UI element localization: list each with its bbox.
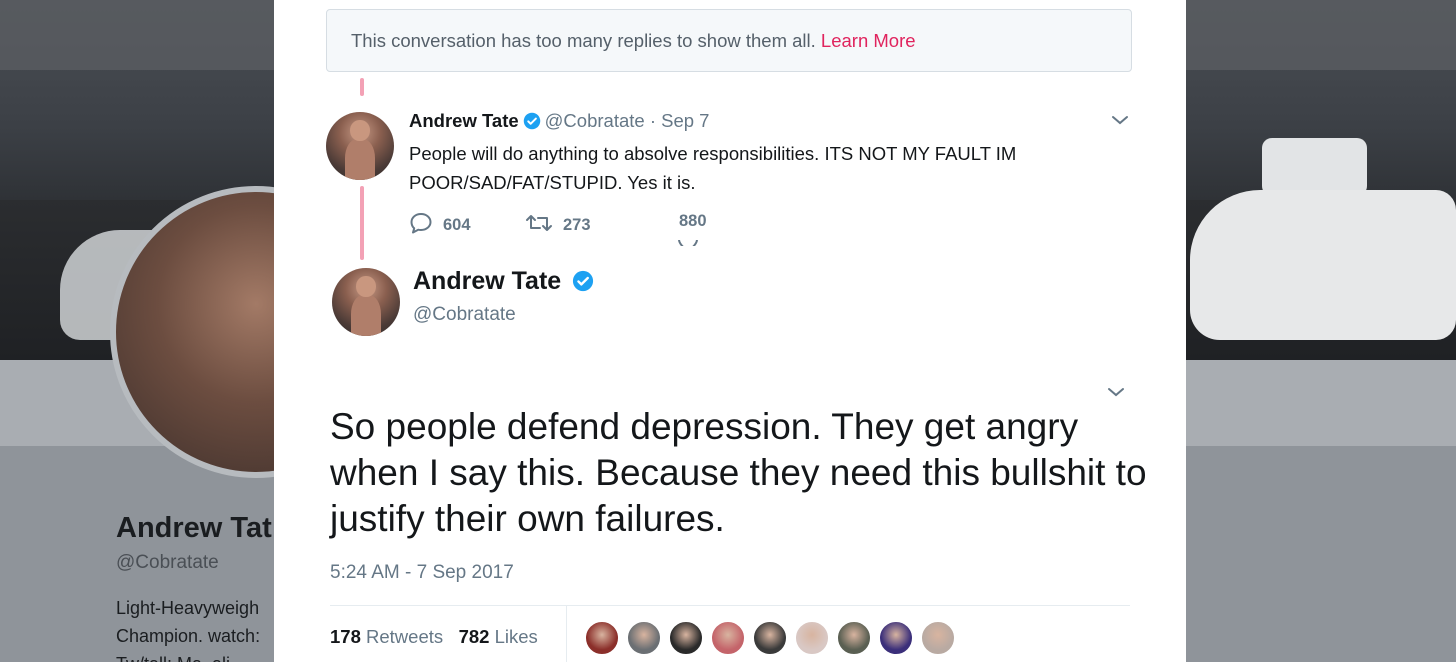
- notice-text: This conversation has too many replies t…: [351, 30, 816, 51]
- parent-tweet-date[interactable]: · Sep 7: [650, 110, 710, 131]
- thread-connector-line: [360, 78, 364, 96]
- main-tweet-author[interactable]: Andrew Tate: [413, 267, 598, 299]
- divider: [330, 605, 1130, 606]
- parent-tweet-text: People will do anything to absolve respo…: [409, 143, 1017, 193]
- likes-label: Likes: [494, 626, 538, 647]
- liker-avatar[interactable]: [668, 620, 704, 656]
- chevron-down-icon[interactable]: [1110, 110, 1130, 135]
- verified-badge-icon: [572, 270, 594, 299]
- liker-avatar[interactable]: [878, 620, 914, 656]
- retweet-count: 273: [563, 216, 591, 234]
- reply-icon: [409, 212, 433, 239]
- liker-avatar[interactable]: [710, 620, 746, 656]
- parent-tweet-handle[interactable]: @Cobratate: [545, 110, 645, 131]
- main-tweet-timestamp[interactable]: 5:24 AM - 7 Sep 2017: [330, 562, 514, 584]
- tweet-permalink-modal: This conversation has too many replies t…: [274, 0, 1186, 662]
- retweets-label: Retweets: [366, 626, 444, 647]
- liker-avatar[interactable]: [584, 620, 620, 656]
- likes-count: 782: [458, 626, 490, 647]
- profile-handle: @Cobratate: [116, 552, 219, 573]
- reply-count: 604: [443, 216, 471, 234]
- main-tweet-handle[interactable]: @Cobratate: [413, 304, 516, 326]
- tweet-stats: 178 Retweets 782 Likes: [330, 626, 538, 648]
- like-count: 880: [679, 212, 707, 230]
- profile-bio-line: Champion. watch:: [116, 626, 261, 646]
- liker-avatar[interactable]: [794, 620, 830, 656]
- main-tweet-text: So people defend depression. They get an…: [330, 406, 1147, 539]
- main-tweet-author-name[interactable]: Andrew Tate: [413, 267, 561, 295]
- liker-avatars: [584, 620, 956, 656]
- parent-tweet-avatar[interactable]: [326, 112, 394, 180]
- liker-avatar[interactable]: [836, 620, 872, 656]
- like-button[interactable]: 880: [678, 212, 707, 246]
- profile-bio-line: Light-Heavyweigh: [116, 598, 260, 618]
- heart-icon: [677, 240, 699, 246]
- too-many-replies-notice: This conversation has too many replies t…: [326, 9, 1132, 72]
- retweets-stat[interactable]: 178 Retweets: [330, 626, 443, 647]
- cover-van: [1262, 138, 1367, 196]
- liker-avatar[interactable]: [920, 620, 956, 656]
- liker-avatar[interactable]: [626, 620, 662, 656]
- parent-tweet-header: Andrew Tate @Cobratate · Sep 7: [409, 110, 709, 135]
- reply-button[interactable]: 604: [409, 212, 471, 239]
- liker-avatar[interactable]: [752, 620, 788, 656]
- retweet-icon: [525, 212, 553, 239]
- parent-tweet-author-name[interactable]: Andrew Tate: [409, 110, 519, 131]
- profile-name: Andrew Tat: [116, 512, 272, 544]
- thread-connector-line: [360, 186, 364, 260]
- cover-convertible: [1190, 190, 1456, 340]
- learn-more-link[interactable]: Learn More: [821, 30, 916, 51]
- likes-stat[interactable]: 782 Likes: [459, 626, 538, 647]
- retweet-button[interactable]: 273: [525, 212, 591, 239]
- main-tweet-avatar[interactable]: [332, 268, 400, 336]
- divider: [566, 606, 567, 662]
- profile-bio-line: Tw/tall: Ma..ali: [116, 654, 230, 662]
- retweets-count: 178: [330, 626, 361, 647]
- verified-badge-icon: [523, 112, 541, 135]
